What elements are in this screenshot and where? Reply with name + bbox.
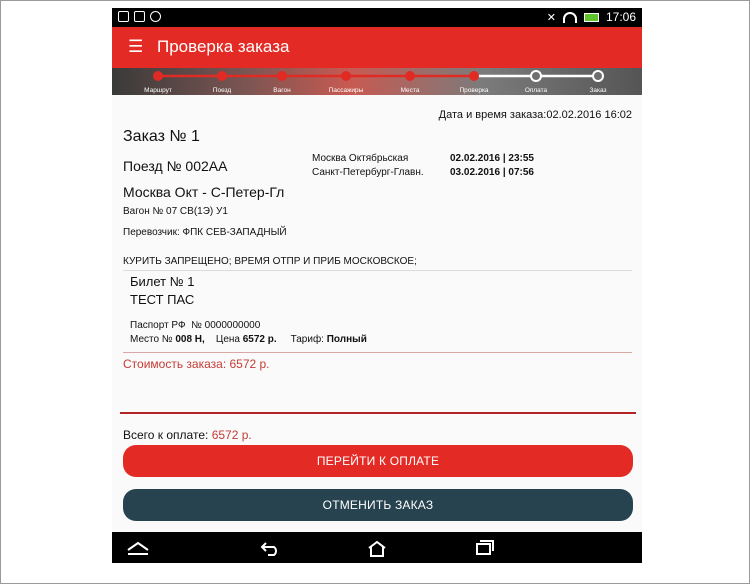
order-number: Заказ № 1	[123, 128, 200, 145]
step-label-6: Оплата	[525, 87, 548, 94]
seat-value: 008 Н,	[175, 334, 205, 345]
arrival-datetime: 03.02.2016 | 07:56	[450, 167, 534, 178]
step-dot-4	[405, 71, 415, 81]
price-value: 6572 р.	[242, 334, 277, 345]
passport-number: № 0000000000	[191, 320, 261, 331]
image-notification-icon	[134, 11, 145, 22]
step-dot-3	[341, 71, 351, 81]
menu-icon[interactable]: ☰	[128, 38, 143, 55]
total-value: 6572 р.	[211, 428, 252, 442]
ticket-title: Билет № 1	[130, 274, 195, 289]
passport-line: Паспорт РФ № 0000000000	[130, 320, 260, 331]
step-dot-0	[153, 71, 163, 81]
sim-icon	[118, 11, 129, 22]
collapse-icon[interactable]	[126, 540, 150, 556]
total-label: Всего к оплате:	[123, 428, 209, 442]
app-bar: ☰ Проверка заказа	[112, 27, 642, 68]
step-dot-5	[469, 71, 479, 81]
step-label-4: Места	[401, 87, 420, 94]
status-bar: ✕ 17:06	[112, 8, 642, 27]
total-line: Всего к оплате: 6572 р.	[123, 428, 252, 442]
car-info: Вагон № 07 СВ(1Э) У1	[123, 206, 228, 217]
home-icon[interactable]	[367, 540, 387, 557]
device-screen: ✕ 17:06 ☰ Проверка заказа Маршрут Поезд Ва…	[112, 8, 642, 563]
order-notice: КУРИТЬ ЗАПРЕЩЕНО; ВРЕМЯ ОТПР И ПРИБ МОСК…	[123, 256, 417, 267]
total-divider	[120, 412, 636, 414]
seat-line: Место № 008 Н, Цена 6572 р. Тариф: Полны…	[130, 334, 367, 345]
from-station: Москва Октябрьская	[312, 153, 409, 164]
step-dot-2	[277, 71, 287, 81]
pay-button[interactable]: ПЕРЕЙТИ К ОПЛАТЕ	[123, 445, 633, 477]
train-number: Поезд № 002АА	[123, 158, 228, 174]
passenger-name: ТЕСТ ПАС	[130, 292, 195, 307]
order-cost: Стоимость заказа: 6572 р.	[123, 357, 270, 371]
departure-datetime: 02.02.2016 | 23:55	[450, 153, 534, 164]
order-datetime: Дата и время заказа:02.02.2016 16:02	[438, 109, 632, 121]
step-label-1: Поезд	[213, 87, 232, 94]
navigation-bar	[112, 532, 642, 563]
status-time: 17:06	[605, 10, 636, 24]
signal-muted-icon: ✕	[546, 11, 556, 24]
step-label-2: Вагон	[273, 87, 291, 94]
step-label-5: Проверка	[459, 87, 488, 94]
battery-icon	[583, 12, 599, 22]
step-dot-1	[217, 71, 227, 81]
passport-label: Паспорт РФ	[130, 320, 186, 331]
route-text: Москва Окт - С-Петер-Гл	[123, 184, 285, 200]
to-station: Санкт-Петербург-Главн.	[312, 167, 424, 178]
game-notification-icon	[150, 11, 161, 22]
carrier-info: Перевозчик: ФПК СЕВ-ЗАПАДНЫЙ	[123, 227, 287, 238]
step-dot-6	[530, 70, 542, 82]
wifi-icon	[562, 11, 577, 23]
back-icon[interactable]	[260, 540, 282, 556]
cancel-order-button[interactable]: ОТМЕНИТЬ ЗАКАЗ	[123, 489, 633, 521]
step-dot-7	[592, 70, 604, 82]
tariff-label: Тариф:	[290, 334, 324, 345]
order-content: Дата и время заказа:02.02.2016 16:02 Зак…	[112, 95, 642, 532]
seat-label: Место №	[130, 334, 173, 345]
step-label-0: Маршрут	[144, 87, 172, 94]
ticket-separator	[123, 352, 632, 353]
step-label-3: Пассажиры	[329, 87, 364, 94]
price-label: Цена	[215, 334, 240, 345]
step-indicator: Маршрут Поезд Вагон Пассажиры Места Проверка О…	[112, 68, 642, 95]
recent-apps-icon[interactable]	[474, 540, 494, 556]
step-label-7: Заказ	[589, 87, 606, 94]
separator	[123, 270, 632, 271]
page-title: Проверка заказа	[157, 37, 290, 56]
step-track: Маршрут Поезд Вагон Пассажиры Места Проверка О…	[144, 70, 607, 94]
tariff-value: Полный	[326, 334, 367, 345]
